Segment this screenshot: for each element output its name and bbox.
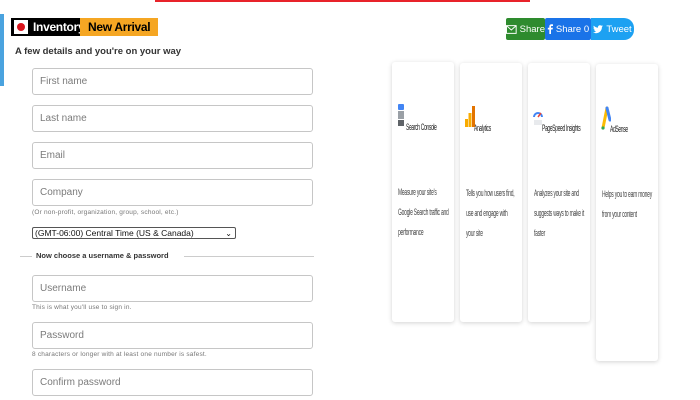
card-title: Search Console <box>406 122 437 132</box>
new-arrival-label: New Arrival <box>88 20 151 34</box>
confirm-password-placeholder: Confirm password <box>40 377 121 388</box>
flag-icon <box>14 20 28 34</box>
email-placeholder: Email <box>40 150 66 161</box>
card-adsense[interactable]: AdSense Helps you to earn money from you… <box>596 64 658 361</box>
first-name-input[interactable]: First name <box>32 68 313 95</box>
password-input[interactable]: Password <box>32 322 313 349</box>
section-label: Now choose a username & password <box>36 251 169 260</box>
card-analytics[interactable]: Analytics Tells you how users find, use … <box>460 63 522 322</box>
card-title: AdSense <box>610 124 628 134</box>
tweet-button[interactable]: Tweet <box>591 18 634 40</box>
email-share-label: Share <box>519 23 545 35</box>
timezone-select[interactable]: (GMT-06:00) Central Time (US & Canada) ⌄ <box>32 227 236 239</box>
company-input[interactable]: Company <box>32 179 313 206</box>
card-description: Measure your site's Google Search traffi… <box>398 187 449 237</box>
card-pagespeed-insights[interactable]: PageSpeed Insights Analyzes your site an… <box>528 63 590 322</box>
search-console-icon <box>398 104 404 126</box>
envelope-icon <box>506 24 517 34</box>
card-search-console[interactable]: Search Console Measure your site's Googl… <box>392 62 454 322</box>
facebook-share-button[interactable]: Share 0 <box>545 18 591 40</box>
username-hint: This is what you'll use to sign in. <box>32 304 132 311</box>
password-placeholder: Password <box>40 330 84 341</box>
new-arrival-badge[interactable]: New Arrival <box>80 18 159 36</box>
facebook-share-label: Share 0 <box>555 23 590 35</box>
username-placeholder: Username <box>40 283 87 294</box>
card-description: Helps you to earn money from your conten… <box>602 189 652 219</box>
top-accent-line <box>155 0 530 2</box>
card-description: Tells you how users find, use and engage… <box>466 188 515 238</box>
company-placeholder: Company <box>40 187 83 198</box>
inventory-label: Inventory <box>33 20 85 34</box>
left-accent-bar <box>0 14 4 86</box>
form-title: A few details and you're on your way <box>15 46 182 57</box>
first-name-placeholder: First name <box>40 76 88 87</box>
timezone-value: (GMT-06:00) Central Time (US & Canada) <box>35 228 194 238</box>
username-input[interactable]: Username <box>32 275 313 302</box>
last-name-input[interactable]: Last name <box>32 105 313 132</box>
confirm-password-input[interactable]: Confirm password <box>32 369 313 396</box>
email-input[interactable]: Email <box>32 142 313 169</box>
section-divider: Now choose a username & password <box>20 250 314 262</box>
facebook-icon <box>547 24 553 34</box>
password-hint: 8 characters or longer with at least one… <box>32 351 207 358</box>
last-name-placeholder: Last name <box>40 113 87 124</box>
chevron-down-icon: ⌄ <box>225 229 232 238</box>
inventory-badge[interactable]: Inventory <box>11 18 91 36</box>
card-title: Analytics <box>474 123 491 133</box>
email-share-button[interactable]: Share <box>506 18 545 40</box>
card-description: Analyzes your site and suggests ways to … <box>534 188 585 238</box>
company-hint: (Or non-profit, organization, group, sch… <box>32 209 179 216</box>
twitter-bird-icon <box>593 24 604 33</box>
tweet-label: Tweet <box>606 23 632 35</box>
card-title: PageSpeed Insights <box>542 123 581 133</box>
